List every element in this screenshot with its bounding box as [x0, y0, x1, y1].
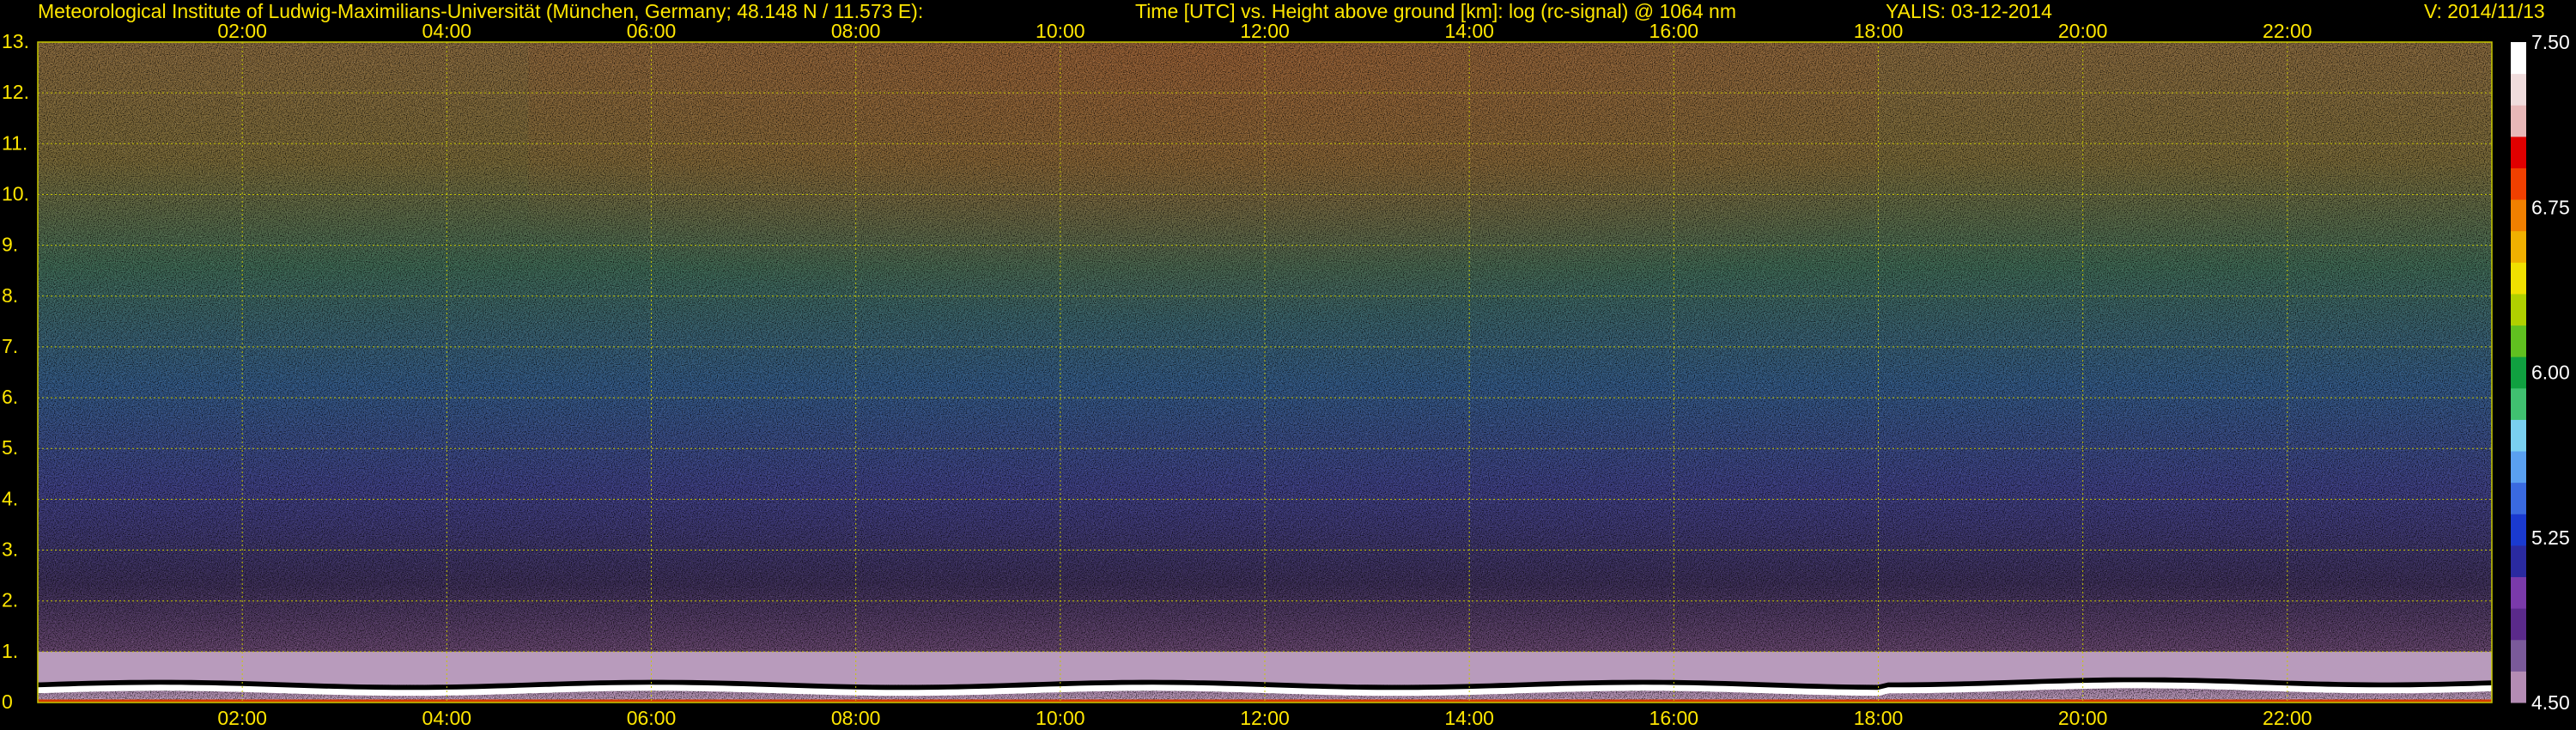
colorbar-segment — [2511, 451, 2526, 484]
x-tick-label-bottom: 02:00 — [217, 707, 267, 729]
y-tick-label: 4. — [2, 487, 18, 509]
colorbar-segment — [2511, 387, 2526, 420]
y-tick-label: 5. — [2, 436, 18, 459]
x-tick-label-bottom: 06:00 — [627, 707, 677, 729]
x-tick-label-top: 14:00 — [1444, 20, 1494, 42]
x-tick-label-bottom: 12:00 — [1240, 707, 1290, 729]
y-tick-label: 13. — [2, 30, 29, 52]
y-tick-label: 3. — [2, 538, 18, 561]
colorbar-segment — [2511, 576, 2526, 609]
colorbar-tick-label: 4.50 — [2531, 691, 2570, 714]
y-tick-label: 1. — [2, 640, 18, 662]
colorbar-tick-label: 5.25 — [2531, 526, 2570, 549]
colorbar-tick-label: 6.75 — [2531, 196, 2570, 218]
colorbar — [2511, 42, 2526, 703]
x-tick-label-bottom: 04:00 — [422, 707, 472, 729]
x-tick-label-bottom: 10:00 — [1036, 707, 1085, 729]
x-tick-label-top: 08:00 — [831, 20, 881, 42]
x-tick-label-top: 20:00 — [2058, 20, 2108, 42]
colorbar-segment — [2511, 671, 2526, 703]
colorbar-segment — [2511, 356, 2526, 389]
colorbar-segment — [2511, 514, 2526, 546]
colorbar-tick-label: 6.00 — [2531, 362, 2570, 384]
y-axis: 0 1. 2. 3. 4. 5. 6. 7. 8. 9. 10. 11. 12. 13. — [2, 30, 29, 713]
x-tick-label-bottom: 08:00 — [831, 707, 881, 729]
x-axis-bottom: 02:00 04:00 06:00 08:00 10:00 12:00 14:00 16:00… — [217, 707, 2312, 729]
y-tick-label: 6. — [2, 386, 18, 408]
colorbar-segment — [2511, 136, 2526, 168]
colorbar-segment — [2511, 199, 2526, 232]
colorbar-tick-label: 7.50 — [2531, 31, 2570, 53]
y-tick-label: 9. — [2, 234, 18, 256]
x-tick-label-top: 04:00 — [422, 20, 472, 42]
colorbar-segment — [2511, 608, 2526, 641]
colorbar-segment — [2511, 262, 2526, 295]
x-axis-top: 02:00 04:00 06:00 08:00 10:00 12:00 14:00 16:00… — [217, 20, 2312, 42]
x-tick-label-top: 06:00 — [627, 20, 677, 42]
y-tick-label: 12. — [2, 81, 29, 103]
plot-area — [37, 41, 2493, 703]
colorbar-segment — [2511, 105, 2526, 137]
x-tick-label-bottom: 16:00 — [1649, 707, 1699, 729]
y-tick-label: 2. — [2, 589, 18, 611]
colorbar-segment — [2511, 639, 2526, 672]
y-tick-label: 0 — [2, 690, 13, 713]
colorbar-segment — [2511, 293, 2526, 326]
colorbar-segment — [2511, 482, 2526, 514]
colorbar-segment — [2511, 230, 2526, 263]
x-tick-label-top: 12:00 — [1240, 20, 1290, 42]
colorbar-segment — [2511, 544, 2526, 578]
y-tick-label: 8. — [2, 284, 18, 307]
x-tick-label-bottom: 18:00 — [1854, 707, 1904, 729]
y-tick-label: 10. — [2, 182, 29, 204]
x-tick-label-bottom: 22:00 — [2263, 707, 2312, 729]
x-tick-label-top: 02:00 — [217, 20, 267, 42]
x-tick-label-bottom: 14:00 — [1444, 707, 1494, 729]
colorbar-segment — [2511, 73, 2526, 106]
x-tick-label-top: 10:00 — [1036, 20, 1085, 42]
x-tick-label-top: 18:00 — [1854, 20, 1904, 42]
colorbar-segment — [2511, 42, 2526, 75]
x-tick-label-top: 22:00 — [2263, 20, 2312, 42]
y-tick-label: 7. — [2, 335, 18, 357]
colorbar-ticks: 4.50 5.25 6.00 6.75 7.50 — [2531, 31, 2570, 714]
x-tick-label-bottom: 20:00 — [2058, 707, 2108, 729]
colorbar-segment — [2511, 167, 2526, 200]
colorbar-segment — [2511, 325, 2526, 357]
colorbar-segment — [2511, 419, 2526, 452]
x-tick-label-top: 16:00 — [1649, 20, 1699, 42]
lidar-heatmap-chart: 02:00 04:00 06:00 08:00 10:00 12:00 14:00 16:00… — [2, 20, 2570, 729]
y-tick-label: 11. — [2, 131, 27, 154]
